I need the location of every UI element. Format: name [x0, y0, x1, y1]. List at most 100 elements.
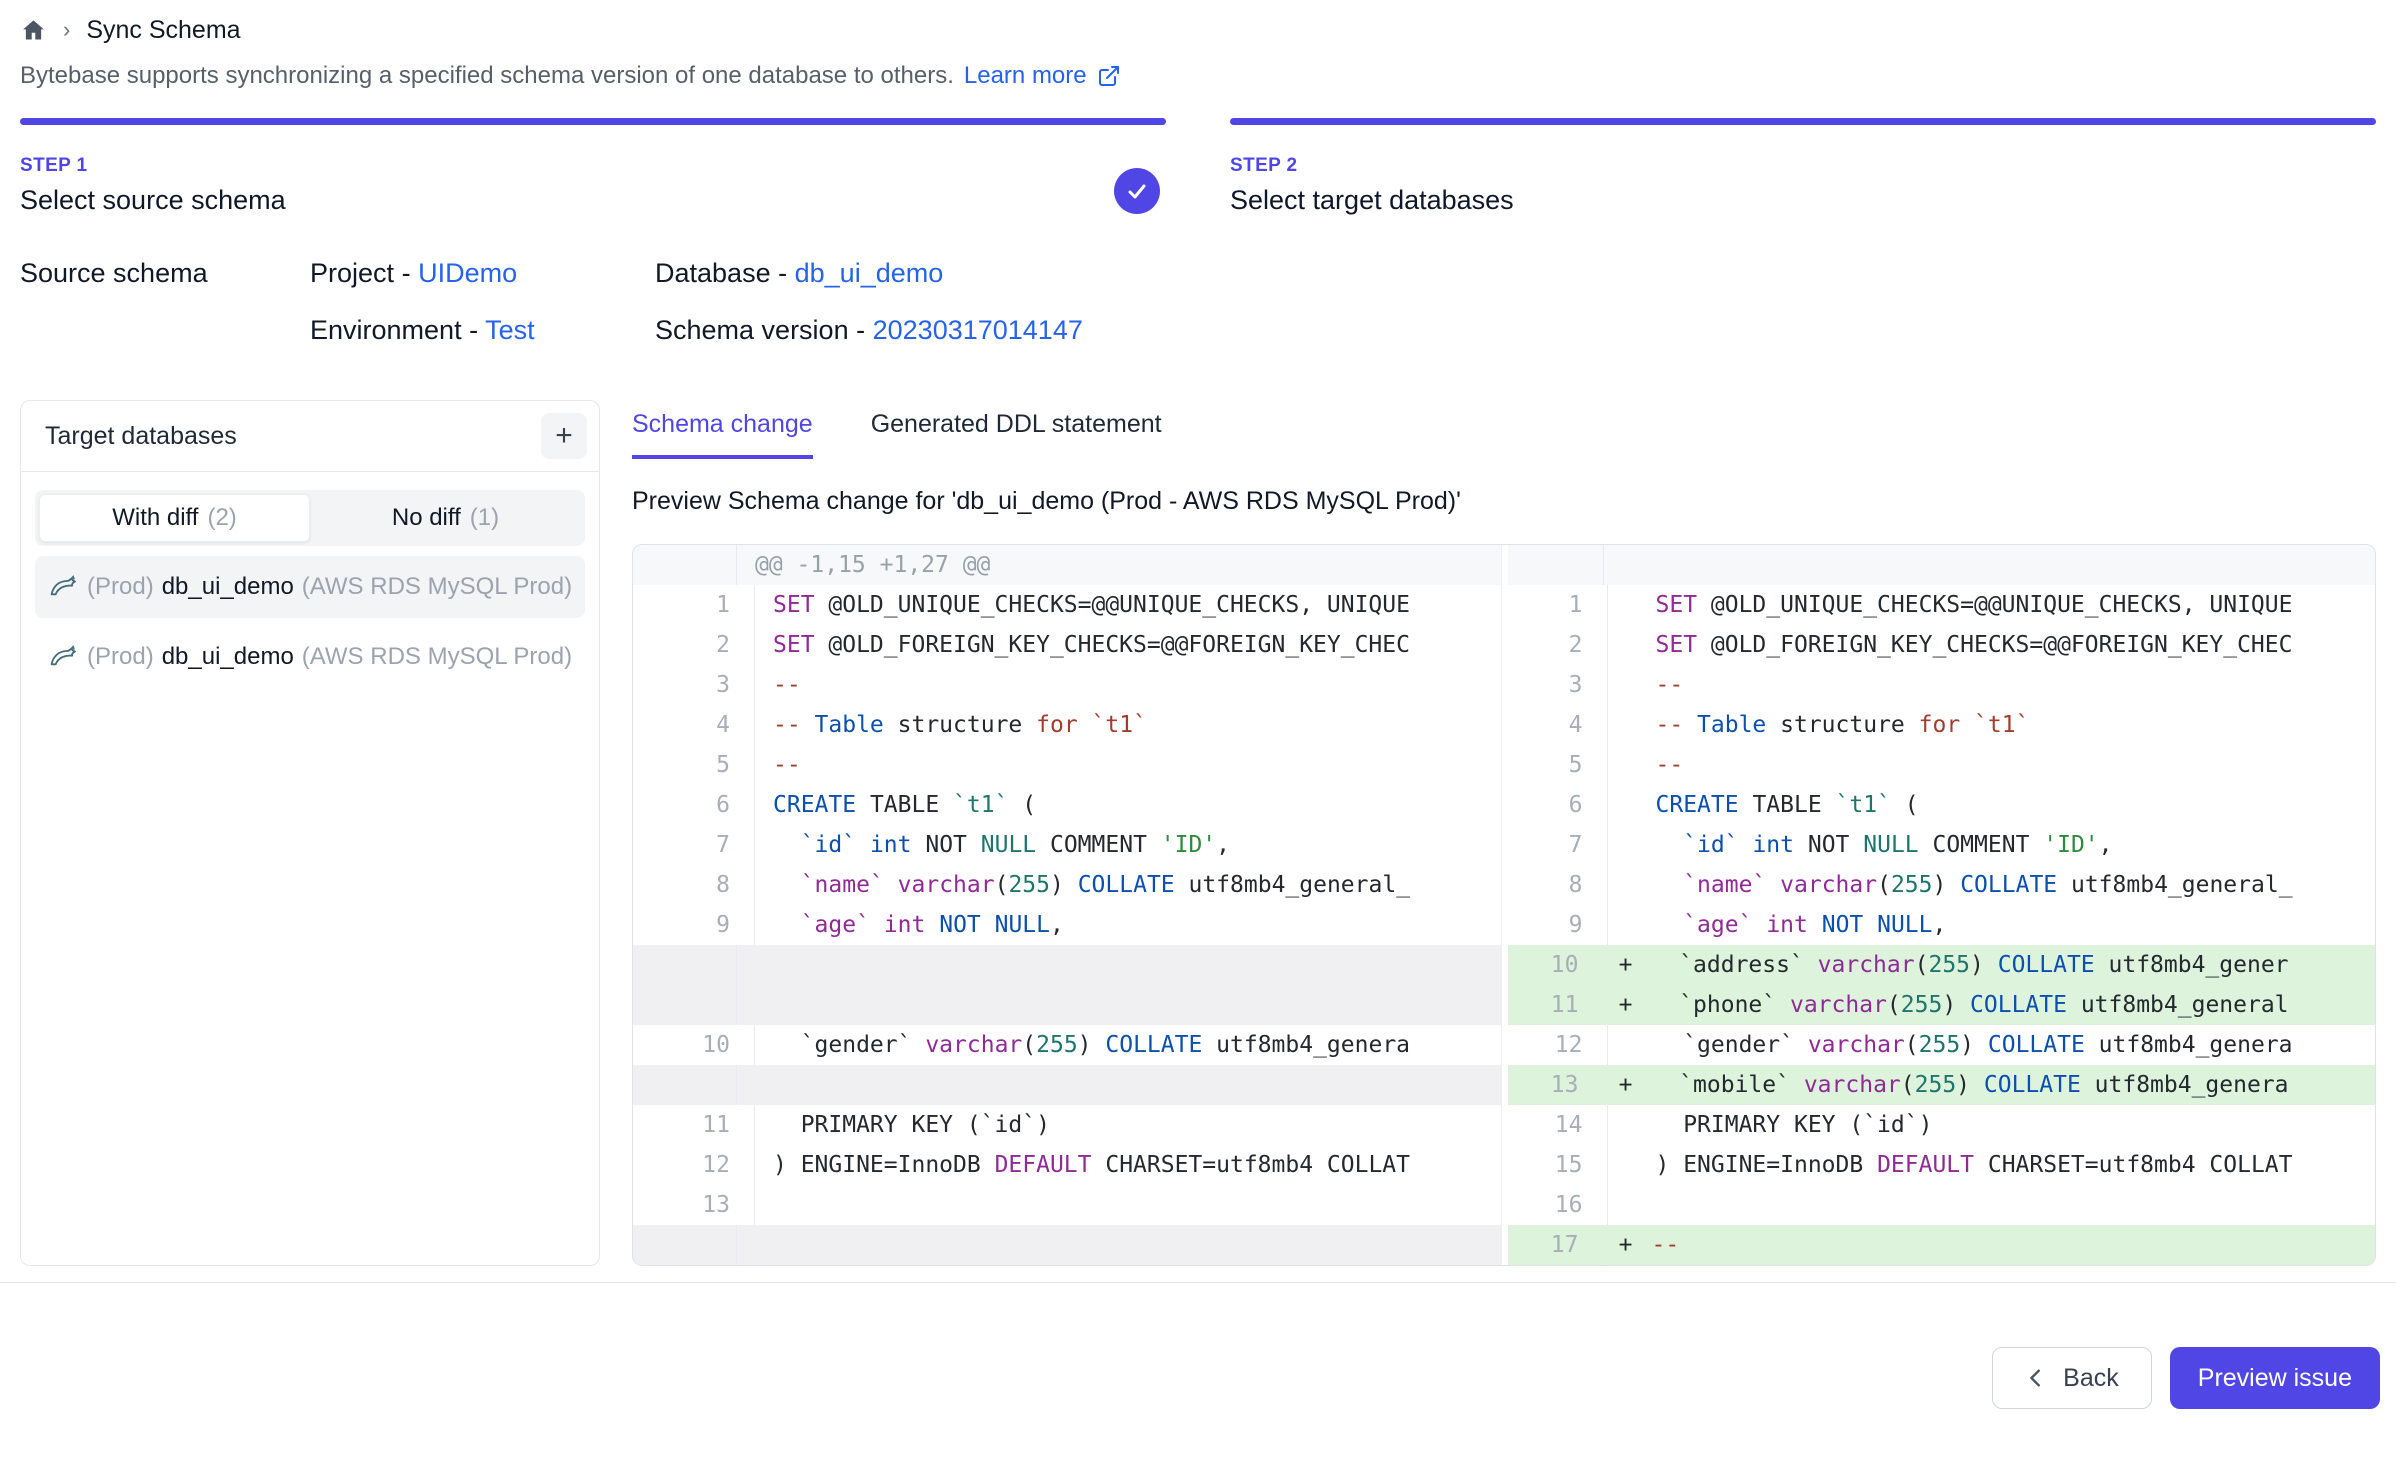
code-line: SET @OLD_UNIQUE_CHECKS=@@UNIQUE_CHECKS, … — [755, 585, 1501, 625]
code-line: `name` varchar(255) COLLATE utf8mb4_gene… — [755, 865, 1501, 905]
diff-code-row: 4-- Table structure for `t1` — [633, 705, 1501, 745]
line-number: 1 — [651, 585, 755, 625]
field-name: Environment — [310, 315, 462, 345]
code-line: @@ -1,15 +1,27 @@ — [737, 545, 1501, 585]
main-content: Target databases + With diff (2) No diff… — [20, 400, 2376, 1266]
line-number: 2 — [651, 625, 755, 665]
diff-sign — [1608, 1025, 1652, 1065]
home-icon[interactable] — [20, 17, 47, 44]
step-1-progress-bar — [20, 118, 1166, 125]
diff-code-row: 3-- — [633, 665, 1501, 705]
schema-version-link[interactable]: 20230317014147 — [873, 315, 1083, 345]
line-number — [1508, 545, 1604, 585]
diff-code-row: 14 PRIMARY KEY (`id`) — [1508, 1105, 2376, 1145]
diff-code-row: 13+ `mobile` varchar(255) COLLATE utf8mb… — [1508, 1065, 2376, 1105]
diff-code-row: 3-- — [1508, 665, 2376, 705]
database-instance: (AWS RDS MySQL Prod) — [302, 573, 572, 601]
tab-with-diff[interactable]: With diff (2) — [39, 494, 310, 542]
code-line: `phone` varchar(255) COLLATE utf8mb4_gen… — [1648, 985, 2376, 1025]
source-database-field: Database - db_ui_demo — [655, 258, 2376, 289]
diff-code-row: 4-- Table structure for `t1` — [1508, 705, 2376, 745]
diff-pane-target: 1SET @OLD_UNIQUE_CHECKS=@@UNIQUE_CHECKS,… — [1508, 545, 2376, 1265]
step-1-label: STEP 1 — [20, 155, 1166, 177]
line-number: 9 — [1512, 905, 1608, 945]
diff-code-row: 8 `name` varchar(255) COLLATE utf8mb4_ge… — [633, 865, 1501, 905]
diff-code-row: 16 — [1508, 1185, 2376, 1225]
diff-code-row: 7 `id` int NOT NULL COMMENT 'ID', — [633, 825, 1501, 865]
diff-code-row: 13 — [633, 1185, 1501, 1225]
diff-code-row: 10+ `address` varchar(255) COLLATE utf8m… — [1508, 945, 2376, 985]
schema-diff-viewer: @@ -1,15 +1,27 @@1SET @OLD_UNIQUE_CHECKS… — [632, 544, 2376, 1266]
footer-divider — [0, 1282, 2396, 1283]
line-number: 13 — [1508, 1065, 1604, 1105]
preview-tabs: Schema change Generated DDL statement — [632, 410, 2376, 459]
tab-no-diff[interactable]: No diff (1) — [310, 494, 581, 542]
environment-link[interactable]: Test — [485, 315, 535, 345]
check-icon — [1125, 179, 1149, 203]
code-line: CREATE TABLE `t1` ( — [755, 785, 1501, 825]
diff-code-row: 10 `gender` varchar(255) COLLATE utf8mb4… — [633, 1025, 1501, 1065]
line-number: 3 — [1512, 665, 1608, 705]
code-line: `gender` varchar(255) COLLATE utf8mb4_ge… — [755, 1025, 1501, 1065]
diff-sign: + — [1604, 1065, 1648, 1105]
code-line: `age` int NOT NULL, — [1652, 905, 2376, 945]
back-button[interactable]: Back — [1992, 1347, 2152, 1409]
database-item[interactable]: (Prod)db_ui_demo(AWS RDS MySQL Prod) — [35, 556, 585, 618]
diff-code-row: 6CREATE TABLE `t1` ( — [1508, 785, 2376, 825]
diff-code-row: 5-- — [633, 745, 1501, 785]
page-title: Sync Schema — [86, 16, 240, 45]
line-number: 2 — [1512, 625, 1608, 665]
diff-hunk-row — [1508, 545, 2376, 585]
step-1-title: Select source schema — [20, 185, 1166, 216]
line-number: 12 — [651, 1145, 755, 1185]
target-database-list: (Prod)db_ui_demo(AWS RDS MySQL Prod) (Pr… — [21, 556, 599, 688]
line-number: 10 — [651, 1025, 755, 1065]
diff-sign — [1608, 745, 1652, 785]
add-target-database-button[interactable]: + — [541, 413, 587, 459]
step-2-progress-bar — [1230, 118, 2376, 125]
step-completed-check — [1114, 168, 1160, 214]
preview-title: Preview Schema change for 'db_ui_demo (P… — [632, 487, 2376, 516]
tab-generated-ddl[interactable]: Generated DDL statement — [871, 410, 1162, 459]
line-number: 17 — [1508, 1225, 1604, 1265]
tab-schema-change[interactable]: Schema change — [632, 410, 813, 459]
code-line: `id` int NOT NULL COMMENT 'ID', — [1652, 825, 2376, 865]
database-environment: (Prod) — [87, 573, 154, 601]
diff-code-row: 9 `age` int NOT NULL, — [1508, 905, 2376, 945]
database-item[interactable]: (Prod)db_ui_demo(AWS RDS MySQL Prod) — [35, 626, 585, 688]
diff-sign — [1608, 1145, 1652, 1185]
diff-code-row: 11+ `phone` varchar(255) COLLATE utf8mb4… — [1508, 985, 2376, 1025]
line-number: 14 — [1512, 1105, 1608, 1145]
project-link[interactable]: UIDemo — [418, 258, 517, 288]
line-number: 7 — [651, 825, 755, 865]
field-separator: - — [778, 258, 787, 288]
learn-more-link[interactable]: Learn more — [964, 62, 1087, 90]
external-link-icon[interactable] — [1097, 64, 1121, 88]
diff-sign — [1608, 785, 1652, 825]
code-line: CREATE TABLE `t1` ( — [1652, 785, 2376, 825]
code-line: `name` varchar(255) COLLATE utf8mb4_gene… — [1652, 865, 2376, 905]
code-line: -- — [755, 665, 1501, 705]
preview-issue-button[interactable]: Preview issue — [2170, 1347, 2380, 1409]
chevron-left-icon — [2025, 1367, 2047, 1389]
diff-code-row: 6CREATE TABLE `t1` ( — [633, 785, 1501, 825]
code-line: -- Table structure for `t1` — [1652, 705, 2376, 745]
tab-with-diff-count: (2) — [207, 504, 236, 532]
sync-schema-page: › Sync Schema Bytebase supports synchron… — [0, 0, 2396, 1266]
line-number: 5 — [1512, 745, 1608, 785]
diff-pane-source: @@ -1,15 +1,27 @@1SET @OLD_UNIQUE_CHECKS… — [633, 545, 1502, 1265]
diff-sign: + — [1604, 985, 1648, 1025]
diff-code-row: 5-- — [1508, 745, 2376, 785]
diff-code-row: 15) ENGINE=InnoDB DEFAULT CHARSET=utf8mb… — [1508, 1145, 2376, 1185]
line-number: 9 — [651, 905, 755, 945]
line-number: 15 — [1512, 1145, 1608, 1185]
diff-code-row: 17+-- — [1508, 1225, 2376, 1265]
diff-sign: + — [1604, 1225, 1648, 1265]
diff-filter-segmented-control: With diff (2) No diff (1) — [35, 490, 585, 546]
code-line: `id` int NOT NULL COMMENT 'ID', — [755, 825, 1501, 865]
code-line: ) ENGINE=InnoDB DEFAULT CHARSET=utf8mb4 … — [755, 1145, 1501, 1185]
diff-sign — [1608, 625, 1652, 665]
database-link[interactable]: db_ui_demo — [795, 258, 944, 288]
diff-code-row: 8 `name` varchar(255) COLLATE utf8mb4_ge… — [1508, 865, 2376, 905]
page-description: Bytebase supports synchronizing a specif… — [20, 62, 2376, 90]
